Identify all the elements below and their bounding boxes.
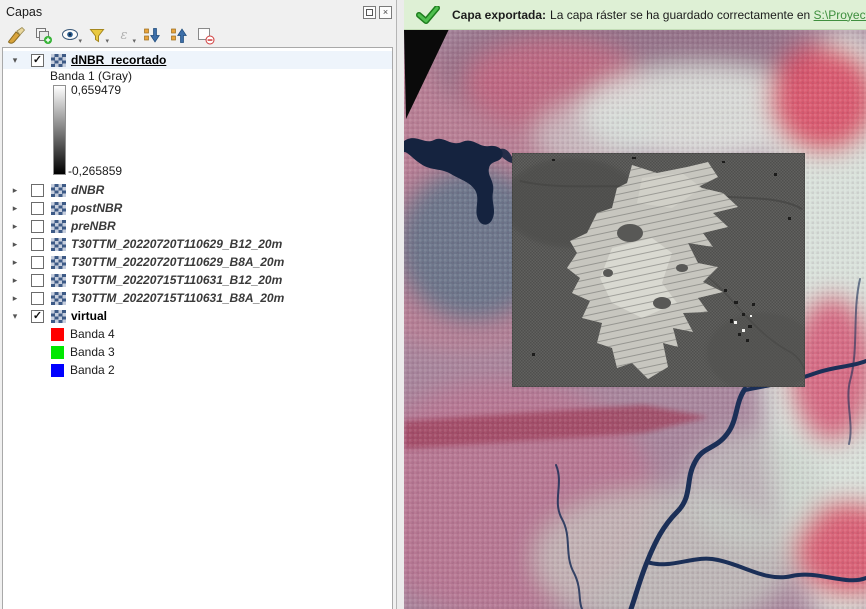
map-canvas[interactable] xyxy=(404,29,866,609)
collapse-all-icon xyxy=(169,26,188,45)
eye-icon xyxy=(61,26,80,45)
expand-arrow-icon[interactable]: ▸ xyxy=(8,203,22,214)
expand-arrow-icon[interactable]: ▸ xyxy=(8,221,22,232)
raster-layer-icon xyxy=(51,310,66,323)
layer-name[interactable]: postNBR xyxy=(71,201,122,215)
raster-layer-icon xyxy=(51,256,66,269)
layers-toolbar: ▾ ▾ ε ▾ xyxy=(0,22,396,48)
layer-item-dnbr[interactable]: ▸ dNBR xyxy=(3,181,392,199)
layer-item-dnbr-recortado[interactable]: ▾ ✓ dNBR_recortado xyxy=(3,51,392,69)
layer-item-t30ttm-0715-b8a[interactable]: ▸ T30TTM_20220715T110631_B8A_20m xyxy=(3,289,392,307)
expand-all-icon xyxy=(142,26,161,45)
raster-layer-icon xyxy=(51,220,66,233)
raster-layer-icon xyxy=(51,292,66,305)
ramp-min-value: -0,265859 xyxy=(68,164,122,178)
layer-name[interactable]: T30TTM_20220720T110629_B8A_20m xyxy=(71,255,284,269)
raster-layer-icon xyxy=(51,274,66,287)
filter-icon xyxy=(88,26,107,45)
layer-checkbox[interactable]: ✓ xyxy=(31,310,44,323)
band-label: Banda 4 xyxy=(70,327,115,341)
layer-styling-icon xyxy=(7,26,26,45)
layer-item-t30ttm-0720-b8a[interactable]: ▸ T30TTM_20220720T110629_B8A_20m xyxy=(3,253,392,271)
band-legend-item: Banda 4 xyxy=(3,325,392,343)
filter-expression-button[interactable]: ε ▾ xyxy=(112,24,136,46)
green-band-swatch xyxy=(51,346,64,359)
expand-arrow-icon[interactable]: ▸ xyxy=(8,185,22,196)
layer-checkbox[interactable] xyxy=(31,220,44,233)
layer-name[interactable]: dNBR xyxy=(71,183,104,197)
gray-ramp xyxy=(53,85,66,175)
layer-item-postnbr[interactable]: ▸ postNBR xyxy=(3,199,392,217)
layers-panel: Capas × xyxy=(0,0,397,609)
raster-layer-icon xyxy=(51,238,66,251)
raster-layer-icon xyxy=(51,202,66,215)
dropdown-icon: ▾ xyxy=(105,38,109,45)
raster-layer-icon xyxy=(51,54,66,67)
layer-name[interactable]: T30TTM_20220715T110631_B8A_20m xyxy=(71,291,284,305)
band-legend-item: Banda 3 xyxy=(3,343,392,361)
expand-arrow-icon[interactable]: ▸ xyxy=(8,239,22,250)
band-legend-item: Banda 2 xyxy=(3,361,392,379)
layer-item-virtual[interactable]: ▾ ✓ virtual xyxy=(3,307,392,325)
panel-divider[interactable] xyxy=(397,0,404,609)
layer-tree: ▾ ✓ dNBR_recortado Banda 1 (Gray) 0,6594… xyxy=(2,47,393,609)
blue-band-swatch xyxy=(51,364,64,377)
layer-name[interactable]: T30TTM_20220715T110631_B12_20m xyxy=(71,273,282,287)
expand-arrow-icon[interactable]: ▸ xyxy=(8,275,22,286)
layer-checkbox[interactable] xyxy=(31,292,44,305)
qgis-window: Capas × xyxy=(0,0,866,609)
float-icon xyxy=(366,9,373,16)
panel-close-button[interactable]: × xyxy=(379,6,392,19)
expand-arrow-icon[interactable]: ▸ xyxy=(8,257,22,268)
collapse-arrow-icon[interactable]: ▾ xyxy=(8,55,22,66)
band-label: Banda 2 xyxy=(70,363,115,377)
close-icon: × xyxy=(383,7,388,17)
layer-checkbox[interactable] xyxy=(31,256,44,269)
remove-layer-button[interactable] xyxy=(193,24,217,46)
filter-legend-button[interactable]: ▾ xyxy=(85,24,109,46)
exported-path-link[interactable]: S:\Proyectos\Desa xyxy=(814,8,866,22)
layer-item-t30ttm-0715-b12[interactable]: ▸ T30TTM_20220715T110631_B12_20m xyxy=(3,271,392,289)
layer-name[interactable]: preNBR xyxy=(71,219,116,233)
message-text: Capa exportada: La capa ráster se ha guar… xyxy=(452,8,866,22)
red-band-swatch xyxy=(51,328,64,341)
ramp-max-value: 0,659479 xyxy=(71,83,121,97)
layer-styling-button[interactable] xyxy=(4,24,28,46)
layer-checkbox[interactable] xyxy=(31,238,44,251)
layer-name[interactable]: virtual xyxy=(71,309,107,323)
layer-item-t30ttm-0720-b12[interactable]: ▸ T30TTM_20220720T110629_B12_20m xyxy=(3,235,392,253)
success-check-icon xyxy=(416,6,440,24)
layer-checkbox[interactable] xyxy=(31,202,44,215)
add-group-icon xyxy=(34,26,53,45)
raster-layer-icon xyxy=(51,184,66,197)
layer-checkbox[interactable]: ✓ xyxy=(31,54,44,67)
map-themes-button[interactable]: ▾ xyxy=(58,24,82,46)
message-title: Capa exportada: xyxy=(452,8,546,22)
panel-title: Capas xyxy=(6,5,360,19)
dnbr-raster-overlay xyxy=(512,153,805,387)
gray-ramp-legend: 0,659479 -0,265859 xyxy=(3,83,392,178)
remove-layer-icon xyxy=(196,26,215,45)
layer-checkbox[interactable] xyxy=(31,184,44,197)
map-area: Capa exportada: La capa ráster se ha guar… xyxy=(404,0,866,609)
layers-panel-header: Capas × xyxy=(0,0,396,22)
expression-icon: ε xyxy=(121,28,128,43)
layer-item-prenbr[interactable]: ▸ preNBR xyxy=(3,217,392,235)
message-bar: Capa exportada: La capa ráster se ha guar… xyxy=(404,0,866,30)
expand-all-button[interactable] xyxy=(139,24,163,46)
message-body: La capa ráster se ha guardado correctame… xyxy=(550,8,810,22)
dropdown-icon: ▾ xyxy=(132,38,136,45)
panel-float-button[interactable] xyxy=(363,6,376,19)
layer-checkbox[interactable] xyxy=(31,274,44,287)
expand-arrow-icon[interactable]: ▸ xyxy=(8,293,22,304)
band-legend-label: Banda 1 (Gray) xyxy=(3,69,392,83)
layer-name[interactable]: dNBR_recortado xyxy=(71,53,166,67)
collapse-arrow-icon[interactable]: ▾ xyxy=(8,311,22,322)
add-group-button[interactable] xyxy=(31,24,55,46)
dropdown-icon: ▾ xyxy=(78,38,82,45)
layer-name[interactable]: T30TTM_20220720T110629_B12_20m xyxy=(71,237,282,251)
band-label: Banda 3 xyxy=(70,345,115,359)
collapse-all-button[interactable] xyxy=(166,24,190,46)
